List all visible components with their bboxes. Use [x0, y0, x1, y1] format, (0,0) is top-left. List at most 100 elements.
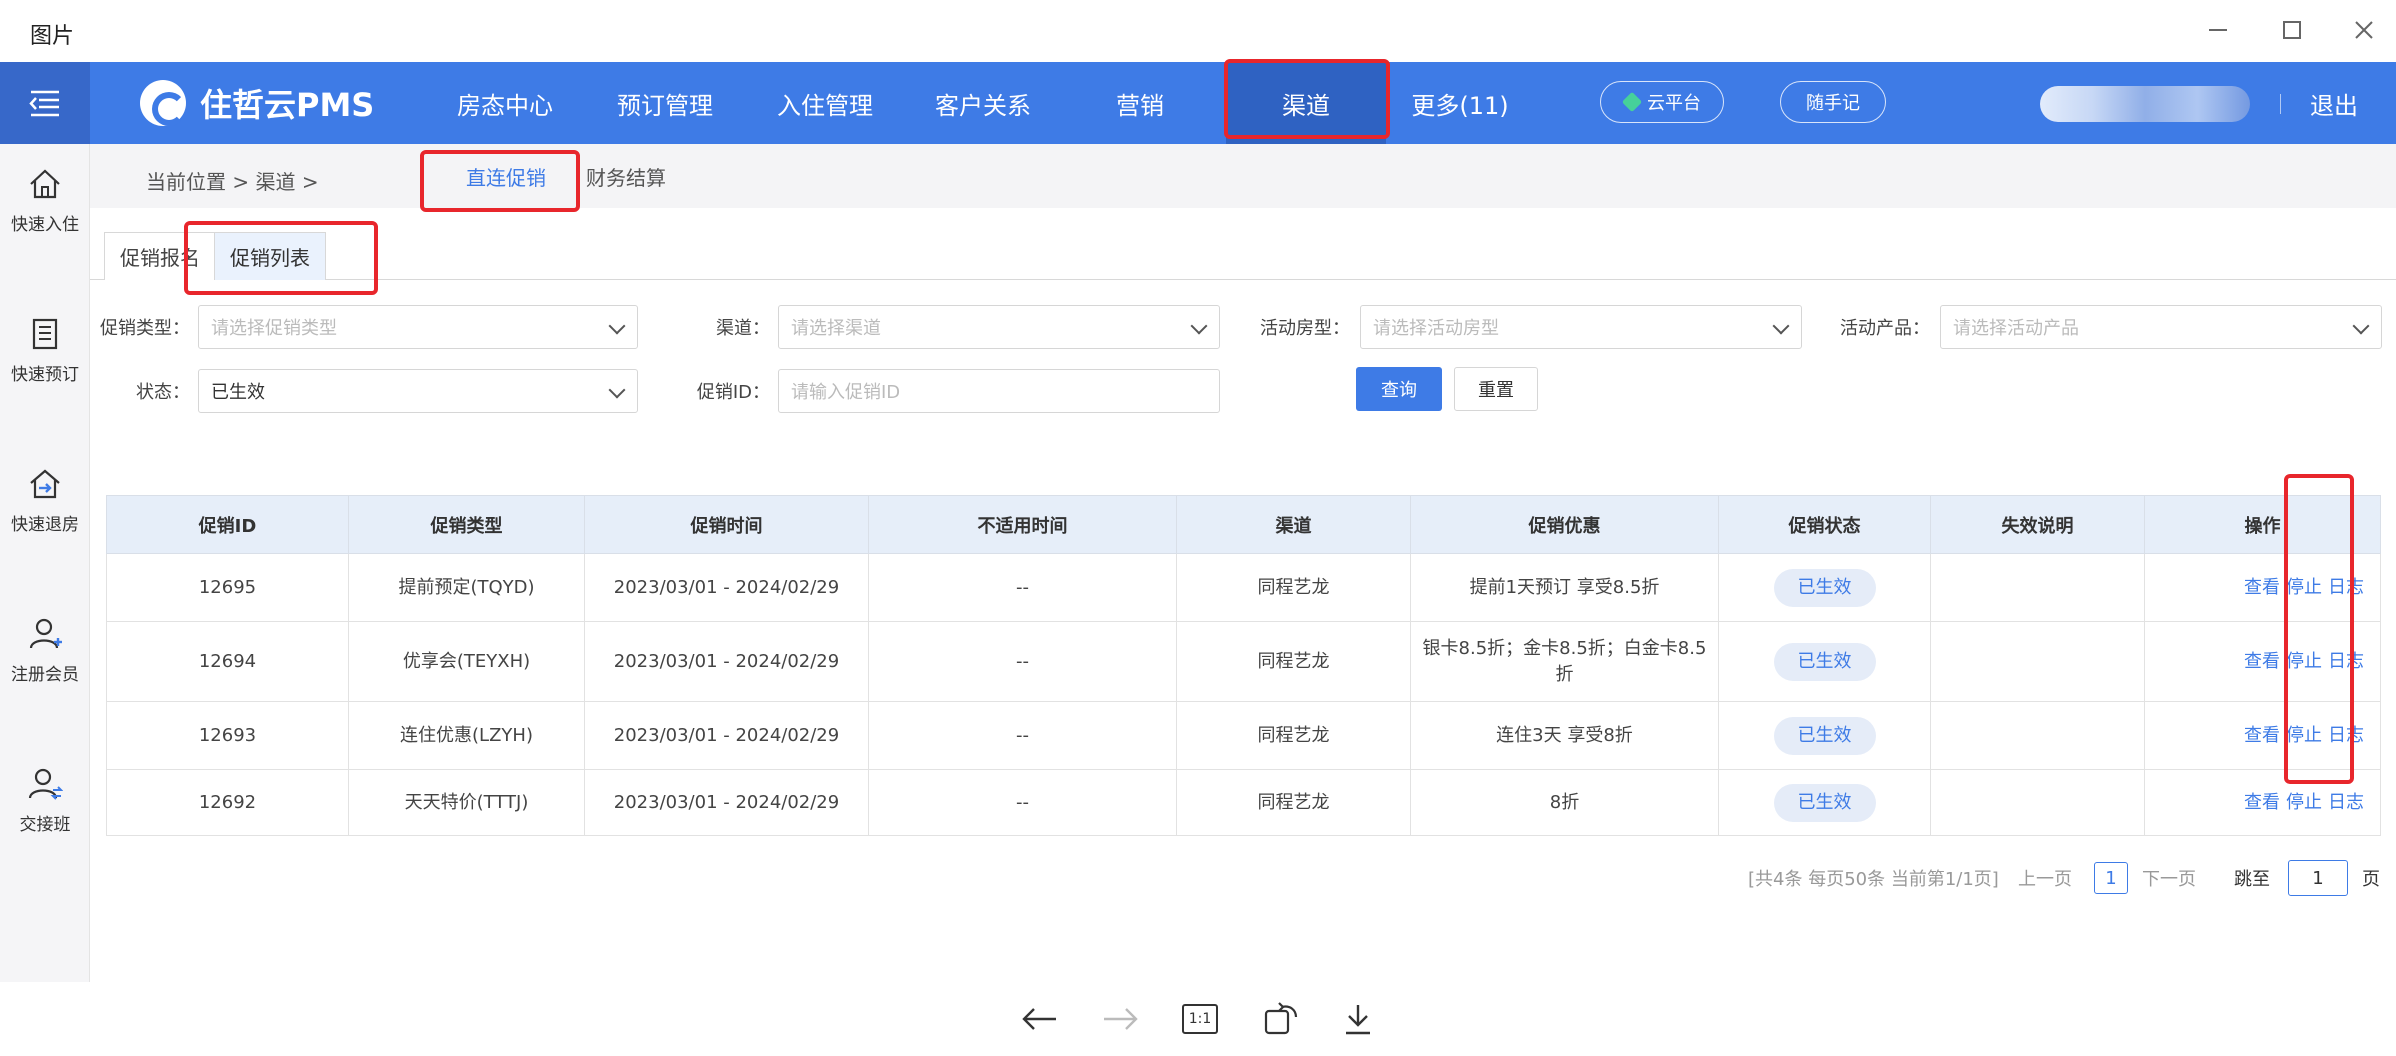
cell-invalid-reason	[1930, 621, 2145, 702]
table-row: 12693 连住优惠(LZYH) 2023/03/01 - 2024/02/29…	[106, 701, 2381, 770]
pager-summary: [共4条 每页50条 当前第1/1页]	[1748, 869, 1999, 890]
nav-more[interactable]: 更多(11)	[1400, 62, 1520, 144]
sidebar-label: 注册会员	[11, 664, 79, 685]
cell-excluded-time: --	[868, 769, 1177, 836]
menu-toggle-button[interactable]	[0, 62, 90, 144]
stop-link[interactable]: 停止	[2286, 651, 2322, 672]
stop-link[interactable]: 停止	[2286, 725, 2322, 746]
sidebar-item-register-member[interactable]: 注册会员	[0, 600, 90, 700]
cell-discount: 提前1天预订 享受8.5折	[1410, 553, 1719, 622]
cell-actions: 查看 停止 日志	[2144, 553, 2381, 622]
nav-reservations[interactable]: 预订管理	[600, 62, 730, 144]
table-row: 12695 提前预定(TQYD) 2023/03/01 - 2024/02/29…	[106, 553, 2381, 622]
subtab-direct-promotion[interactable]: 直连促销	[452, 144, 560, 208]
nav-channels[interactable]: 渠道	[1226, 62, 1386, 144]
breadcrumb: 当前位置 > 渠道 >	[146, 170, 319, 194]
checkout-icon	[30, 469, 60, 498]
logout-button[interactable]: 退出	[2310, 62, 2358, 144]
handover-icon	[28, 768, 63, 800]
nav-room-status[interactable]: 房态中心	[440, 62, 570, 144]
product-placeholder: 请选择活动产品	[1953, 318, 2079, 339]
quick-note-button[interactable]: 随手记	[1780, 81, 1886, 123]
cell-promo-time: 2023/03/01 - 2024/02/29	[584, 621, 869, 702]
minimize-icon[interactable]	[2198, 10, 2238, 50]
sidebar-item-quick-checkout[interactable]: 快速退房	[0, 450, 90, 550]
nav-checkin[interactable]: 入住管理	[760, 62, 890, 144]
channel-select[interactable]: 请选择渠道	[778, 305, 1220, 349]
download-icon[interactable]	[1330, 994, 1386, 1044]
close-icon[interactable]	[2344, 10, 2384, 50]
tab-promotion-signup[interactable]: 促销报名	[104, 232, 216, 280]
room-type-label: 活动房型：	[1260, 318, 1350, 339]
cloud-platform-button[interactable]: 云平台	[1600, 81, 1724, 123]
table-row: 12692 天天特价(TTTJ) 2023/03/01 - 2024/02/29…	[106, 769, 2381, 836]
query-button[interactable]: 查询	[1356, 367, 1442, 411]
product-select[interactable]: 请选择活动产品	[1940, 305, 2382, 349]
cell-promo-id: 12693	[106, 701, 349, 770]
cell-promo-id: 12695	[106, 553, 349, 622]
cell-excluded-time: --	[868, 701, 1177, 770]
promo-type-select[interactable]: 请选择促销类型	[198, 305, 638, 349]
sidebar-item-handover[interactable]: 交接班	[0, 750, 90, 850]
room-type-select[interactable]: 请选择活动房型	[1360, 305, 1802, 349]
current-page[interactable]: 1	[2094, 862, 2128, 894]
status-badge: 已生效	[1773, 642, 1876, 681]
actual-size-button[interactable]: 1:1	[1172, 994, 1228, 1044]
reset-button[interactable]: 重置	[1454, 367, 1538, 411]
status-value: 已生效	[211, 382, 265, 403]
room-type-placeholder: 请选择活动房型	[1373, 318, 1499, 339]
brand-logo[interactable]: 住哲云PMS	[140, 80, 374, 126]
log-link[interactable]: 日志	[2328, 577, 2364, 598]
previous-image-icon[interactable]	[1012, 994, 1068, 1044]
column-header: 促销时间	[584, 495, 869, 554]
chevron-down-icon	[608, 317, 626, 335]
page-unit-label: 页	[2362, 869, 2380, 890]
column-header: 失效说明	[1930, 495, 2145, 554]
sidebar-item-quick-booking[interactable]: 快速预订	[0, 300, 90, 400]
viewer-toolbar: 1:1	[0, 982, 2396, 1056]
quick-sidebar: 快速入住 快速预订 快速退房 注册会员 交接班	[0, 144, 90, 982]
log-link[interactable]: 日志	[2328, 725, 2364, 746]
stop-link[interactable]: 停止	[2286, 577, 2322, 598]
view-link[interactable]: 查看	[2244, 651, 2280, 672]
cell-promo-type: 提前预定(TQYD)	[348, 553, 585, 622]
tab-promotion-list[interactable]: 促销列表	[214, 232, 326, 280]
log-link[interactable]: 日志	[2328, 792, 2364, 813]
cell-actions: 查看 停止 日志	[2144, 701, 2381, 770]
promo-id-input[interactable]: 请输入促销ID	[778, 369, 1220, 413]
cell-promo-type: 连住优惠(LZYH)	[348, 701, 585, 770]
nav-marketing[interactable]: 营销	[1090, 62, 1190, 144]
next-page-button[interactable]: 下一页	[2142, 860, 2196, 896]
view-link[interactable]: 查看	[2244, 725, 2280, 746]
stop-link[interactable]: 停止	[2286, 792, 2322, 813]
subtab-finance-settlement[interactable]: 财务结算	[586, 144, 666, 208]
jump-page-input[interactable]: 1	[2288, 860, 2348, 896]
cell-excluded-time: --	[868, 621, 1177, 702]
maximize-icon[interactable]	[2272, 10, 2312, 50]
sidebar-item-quick-checkin[interactable]: 快速入住	[0, 150, 90, 250]
cell-excluded-time: --	[868, 553, 1177, 622]
promo-type-label: 促销类型：	[100, 318, 190, 339]
status-badge: 已生效	[1773, 783, 1876, 822]
cell-actions: 查看 停止 日志	[2144, 621, 2381, 702]
column-header: 促销优惠	[1410, 495, 1719, 554]
next-image-icon[interactable]	[1092, 994, 1148, 1044]
user-avatar[interactable]	[2040, 86, 2250, 122]
cell-channel: 同程艺龙	[1176, 553, 1411, 622]
status-badge: 已生效	[1773, 568, 1876, 607]
nav-customers[interactable]: 客户关系	[918, 62, 1048, 144]
sidebar-label: 快速入住	[11, 214, 79, 235]
add-member-icon	[29, 618, 62, 648]
table-header-row: 促销ID 促销类型 促销时间 不适用时间 渠道 促销优惠 促销状态 失效说明 操…	[106, 495, 2381, 554]
rotate-icon[interactable]	[1252, 994, 1308, 1044]
channel-label: 渠道：	[716, 318, 770, 339]
status-select[interactable]: 已生效	[198, 369, 638, 413]
prev-page-button[interactable]: 上一页	[2018, 860, 2072, 896]
view-link[interactable]: 查看	[2244, 577, 2280, 598]
brand-name: 住哲云PMS	[200, 86, 375, 124]
status-badge: 已生效	[1773, 716, 1876, 755]
actual-size-label: 1:1	[1182, 1004, 1218, 1034]
viewer-title: 图片	[30, 24, 75, 49]
log-link[interactable]: 日志	[2328, 651, 2364, 672]
view-link[interactable]: 查看	[2244, 792, 2280, 813]
